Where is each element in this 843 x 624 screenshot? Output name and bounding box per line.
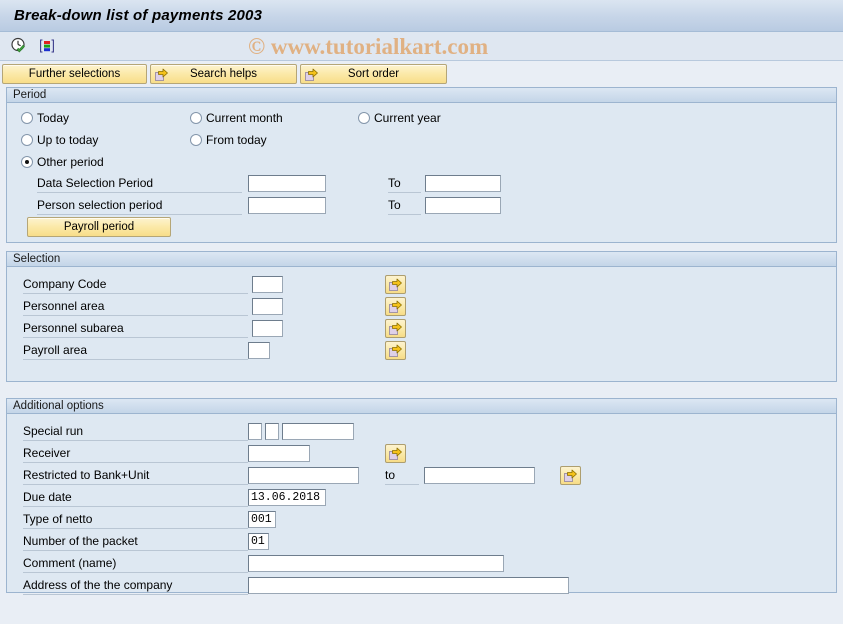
receiver-select-options-button[interactable] xyxy=(385,444,406,463)
special-run-label: Special run xyxy=(23,422,248,441)
receiver-input[interactable] xyxy=(248,445,310,462)
window-title: Break-down list of payments 2003 xyxy=(14,7,263,24)
radio-current-month[interactable]: Current month xyxy=(190,109,283,127)
data-selection-period-label: Data Selection Period xyxy=(37,174,242,193)
payroll-area-input[interactable] xyxy=(248,342,270,359)
clock-check-icon[interactable] xyxy=(8,35,30,57)
person-selection-period-to-label: To xyxy=(388,196,421,215)
personnel-subarea-label: Personnel subarea xyxy=(23,319,248,338)
radio-current-month-dot[interactable] xyxy=(190,112,202,124)
bank-unit-to-input[interactable] xyxy=(424,467,535,484)
further-selections-button[interactable]: Further selections xyxy=(2,64,147,84)
payroll-area-select-options-button[interactable] xyxy=(385,341,406,360)
personnel-subarea-select-options-button[interactable] xyxy=(385,319,406,338)
yellow-arrow-icon xyxy=(304,67,319,85)
yellow-arrow-icon xyxy=(389,300,402,313)
data-selection-period-to-label: To xyxy=(388,174,421,193)
radio-today-label: Today xyxy=(37,111,70,125)
additional-options-panel: Additional options Special run Receiver … xyxy=(6,398,837,595)
yellow-arrow-icon xyxy=(389,344,402,357)
company-code-label: Company Code xyxy=(23,275,248,294)
yellow-arrow-icon xyxy=(389,322,402,335)
bank-unit-input[interactable] xyxy=(248,467,359,484)
radio-current-year-label: Current year xyxy=(374,111,441,125)
yellow-arrow-icon xyxy=(154,67,169,85)
person-selection-period-to-input[interactable] xyxy=(425,197,501,214)
variant-bars-icon[interactable] xyxy=(36,35,58,57)
personnel-area-select-options-button[interactable] xyxy=(385,297,406,316)
personnel-area-input[interactable] xyxy=(252,298,283,315)
special-run-input-b[interactable] xyxy=(265,423,279,440)
yellow-arrow-icon xyxy=(389,278,402,291)
due-date-input[interactable]: 13.06.2018 xyxy=(248,489,326,506)
window-titlebar: Break-down list of payments 2003 xyxy=(0,0,843,32)
selection-panel-header: Selection xyxy=(7,252,836,267)
bank-unit-to-label: to xyxy=(385,466,419,485)
sort-order-button[interactable]: Sort order xyxy=(300,64,447,84)
company-code-select-options-button[interactable] xyxy=(385,275,406,294)
selection-panel: Selection Company Code Personnel area Pe… xyxy=(6,251,837,382)
payroll-area-label: Payroll area xyxy=(23,341,248,360)
payroll-period-label: Payroll period xyxy=(63,221,135,233)
payroll-period-button[interactable]: Payroll period xyxy=(27,217,171,237)
radio-today-dot[interactable] xyxy=(21,112,33,124)
comment-label: Comment (name) xyxy=(23,554,248,573)
personnel-subarea-input[interactable] xyxy=(252,320,283,337)
person-selection-period-input[interactable] xyxy=(248,197,326,214)
radio-current-year-dot[interactable] xyxy=(358,112,370,124)
radio-current-year[interactable]: Current year xyxy=(358,109,441,127)
number-of-packet-input[interactable]: 01 xyxy=(248,533,269,550)
radio-from-today-dot[interactable] xyxy=(190,134,202,146)
sort-order-label: Sort order xyxy=(347,68,400,80)
additional-options-panel-header: Additional options xyxy=(7,399,836,414)
special-run-input-a[interactable] xyxy=(248,423,262,440)
type-of-netto-input[interactable]: 001 xyxy=(248,511,276,528)
radio-from-today-label: From today xyxy=(206,133,267,147)
address-input[interactable] xyxy=(248,577,569,594)
type-of-netto-label: Type of netto xyxy=(23,510,248,529)
yellow-arrow-icon xyxy=(564,469,577,482)
period-panel: Period Today Current month Current year … xyxy=(6,87,837,243)
yellow-arrow-icon xyxy=(389,447,402,460)
application-toolbar xyxy=(0,32,843,61)
search-helps-label: Search helps xyxy=(189,68,258,80)
company-code-input[interactable] xyxy=(252,276,283,293)
comment-input[interactable] xyxy=(248,555,504,572)
address-label: Address of the the company xyxy=(23,576,248,595)
bank-unit-select-options-button[interactable] xyxy=(560,466,581,485)
radio-other-period-label: Other period xyxy=(37,155,104,169)
data-selection-period-input[interactable] xyxy=(248,175,326,192)
person-selection-period-label: Person selection period xyxy=(37,196,242,215)
personnel-area-label: Personnel area xyxy=(23,297,248,316)
radio-current-month-label: Current month xyxy=(206,111,283,125)
receiver-label: Receiver xyxy=(23,444,248,463)
special-run-input-c[interactable] xyxy=(282,423,354,440)
radio-other-period-dot[interactable] xyxy=(21,156,33,168)
selection-buttons-bar: Further selections Search helps Sort ord… xyxy=(0,61,843,87)
radio-from-today[interactable]: From today xyxy=(190,131,267,149)
number-of-packet-label: Number of the packet xyxy=(23,532,248,551)
data-selection-period-to-input[interactable] xyxy=(425,175,501,192)
radio-today[interactable]: Today xyxy=(21,109,69,127)
further-selections-label: Further selections xyxy=(28,68,121,80)
radio-up-to-today-dot[interactable] xyxy=(21,134,33,146)
radio-up-to-today-label: Up to today xyxy=(37,133,99,147)
search-helps-button[interactable]: Search helps xyxy=(150,64,297,84)
bank-unit-label: Restricted to Bank+Unit xyxy=(23,466,248,485)
period-panel-header: Period xyxy=(7,88,836,103)
due-date-label: Due date xyxy=(23,488,248,507)
radio-other-period[interactable]: Other period xyxy=(21,153,104,171)
radio-up-to-today[interactable]: Up to today xyxy=(21,131,98,149)
